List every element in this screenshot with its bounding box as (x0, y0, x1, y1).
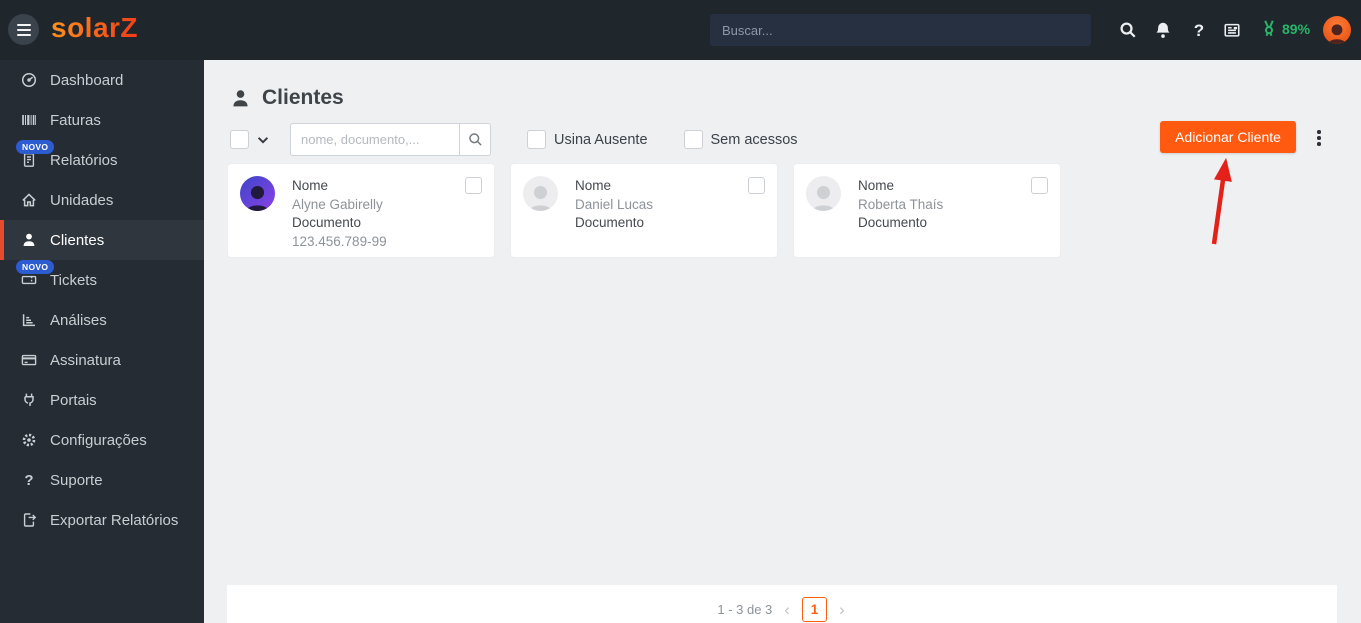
pagination-prev-icon[interactable]: ‹ (782, 601, 792, 618)
sidebar-item-portais[interactable]: Portais (0, 380, 204, 420)
page-header: Clientes (230, 86, 344, 110)
page-title: Clientes (262, 86, 344, 109)
chevron-down-icon (257, 136, 269, 144)
bulk-select-caret[interactable] (256, 133, 270, 147)
pagination-next-icon[interactable]: › (837, 601, 847, 618)
client-avatar (240, 176, 275, 211)
sidebar-item-unidades[interactable]: Unidades (0, 180, 204, 220)
chart-icon (21, 312, 37, 328)
receipt-dollar-icon (21, 152, 37, 168)
filter-toolbar: Usina Ausente Sem acessos (230, 123, 798, 156)
sidebar-item-exportar-relatorios[interactable]: Exportar Relatórios (0, 500, 204, 540)
doc-label: Documento (575, 215, 645, 230)
sidebar-item-faturas[interactable]: Faturas (0, 100, 204, 140)
sidebar: Dashboard Faturas NOVO Relatórios Unidad… (0, 60, 204, 623)
card-select-checkbox[interactable] (748, 177, 765, 194)
doc-label: Documento (858, 215, 928, 230)
question-icon: ? (24, 471, 34, 489)
client-search-input[interactable] (290, 123, 459, 156)
name-label: Nome (575, 178, 612, 193)
sidebar-item-suporte[interactable]: ? Suporte (0, 460, 204, 500)
annotation-arrow (1211, 157, 1232, 245)
barcode-icon (21, 112, 37, 128)
sidebar-item-relatorios[interactable]: NOVO Relatórios (0, 140, 204, 180)
client-avatar-placeholder (806, 176, 841, 211)
credit-card-icon (21, 352, 37, 368)
novo-badge: NOVO (16, 140, 55, 154)
topbar: solarZ ? 89% (0, 0, 1361, 60)
global-search-input[interactable] (710, 14, 1091, 46)
sem-acessos-checkbox[interactable] (683, 130, 703, 149)
sem-acessos-filter: Sem acessos (683, 130, 798, 149)
brand-logo[interactable]: solarZ (51, 12, 138, 44)
export-icon (21, 512, 37, 528)
gear-icon (21, 432, 37, 448)
client-card[interactable]: Nome Daniel Lucas Documento (510, 163, 778, 258)
client-name: Alyne Gabirelly (292, 196, 383, 212)
client-name: Daniel Lucas (575, 196, 654, 212)
hamburger-menu-button[interactable] (8, 14, 39, 45)
add-client-button[interactable]: Adicionar Cliente (1160, 121, 1296, 153)
search-icon (468, 133, 482, 146)
card-select-checkbox[interactable] (1031, 177, 1048, 194)
name-label: Nome (292, 178, 329, 193)
gauge-icon (21, 72, 37, 88)
usina-ausente-filter: Usina Ausente (527, 130, 648, 149)
doc-label: Documento (292, 215, 362, 230)
sidebar-item-assinatura[interactable]: Assinatura (0, 340, 204, 380)
client-avatar-placeholder (523, 176, 558, 211)
health-score[interactable]: 89% (1260, 19, 1310, 38)
pagination-page-1[interactable]: 1 (801, 596, 827, 622)
ticket-icon (21, 272, 37, 288)
sidebar-item-dashboard[interactable]: Dashboard (0, 60, 204, 100)
help-question-icon[interactable]: ? (1189, 20, 1209, 40)
client-doc: 123.456.789-99 (292, 233, 387, 249)
client-name: Roberta Thaís (858, 196, 944, 212)
search-icon[interactable] (1118, 20, 1138, 40)
name-label: Nome (858, 178, 895, 193)
client-search-button[interactable] (459, 123, 491, 156)
novo-badge: NOVO (16, 260, 55, 274)
news-icon[interactable] (1222, 20, 1242, 40)
more-options-kebab-icon[interactable] (1310, 126, 1328, 150)
client-cards-grid: Nome Alyne Gabirelly Documento 123.456.7… (227, 163, 1061, 258)
person-icon (21, 232, 37, 248)
pagination-footer: 1 - 3 de 3 ‹ 1 › (227, 585, 1337, 623)
sidebar-item-configuracoes[interactable]: Configurações (0, 420, 204, 460)
pagination-summary: 1 - 3 de 3 (717, 601, 773, 617)
sidebar-item-clientes[interactable]: Clientes (0, 220, 204, 260)
sidebar-item-analises[interactable]: Análises (0, 300, 204, 340)
bulk-select-checkbox[interactable] (230, 130, 249, 149)
health-percent: 89% (1282, 20, 1311, 37)
client-card[interactable]: Nome Roberta Thaís Documento (793, 163, 1061, 258)
hamburger-icon (16, 23, 31, 26)
client-card[interactable]: Nome Alyne Gabirelly Documento 123.456.7… (227, 163, 495, 258)
clients-person-icon (233, 89, 248, 106)
usina-ausente-checkbox[interactable] (527, 130, 546, 149)
card-select-checkbox[interactable] (465, 177, 482, 194)
medal-icon (1264, 20, 1274, 37)
notifications-bell-icon[interactable] (1153, 20, 1173, 40)
user-avatar[interactable] (1323, 16, 1351, 44)
plug-icon (21, 392, 37, 408)
sidebar-item-tickets[interactable]: NOVO Tickets (0, 260, 204, 300)
main-content: Clientes Usina Ausente Sem acessos Adici… (204, 60, 1361, 623)
home-icon (21, 192, 37, 208)
